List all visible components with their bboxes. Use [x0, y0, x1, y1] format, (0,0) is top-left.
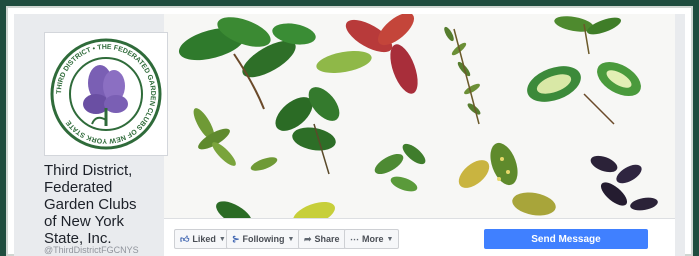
send-message-button[interactable]: Send Message [484, 229, 648, 249]
leaf-cluster-variegated [527, 61, 641, 125]
leaf-cluster-topright [554, 16, 622, 55]
page-name-line: Garden Clubs [44, 196, 137, 213]
facebook-page-header: THIRD DISTRICT • THE FEDERATED GARDEN CL… [14, 14, 685, 256]
page-name-line: of New York [44, 213, 125, 230]
leaves-illustration [178, 14, 658, 218]
share-button[interactable]: ➦ Share [298, 229, 346, 249]
page-name-line: Third District, [44, 162, 133, 179]
following-button[interactable]: ⊱ Following ▼ [226, 229, 301, 249]
rss-icon: ⊱ [232, 233, 240, 244]
leaf-cluster-speckled [458, 142, 556, 216]
page-action-bar: 👍︎ Liked ▼ ⊱ Following ▼ ➦ Share ⋯ More … [164, 218, 675, 256]
leaf-cluster-bottom [216, 201, 335, 218]
leaf-cluster-red [316, 14, 418, 94]
more-label: More [362, 234, 384, 244]
liked-label: Liked [192, 234, 216, 244]
ellipsis-icon: ⋯ [350, 233, 359, 244]
chevron-down-icon: ▼ [218, 235, 226, 243]
page-name[interactable]: Third District, Federated Garden Clubs o… [44, 162, 174, 247]
share-arrow-icon: ➦ [304, 233, 312, 244]
cover-photo[interactable] [164, 14, 675, 218]
leaf-cluster-green [178, 17, 316, 110]
page-name-line: Federated [44, 179, 113, 196]
leaf-cluster-sprig [444, 26, 481, 125]
profile-picture[interactable]: THIRD DISTRICT • THE FEDERATED GARDEN CL… [44, 32, 168, 156]
chevron-down-icon: ▼ [386, 235, 394, 243]
share-label: Share [314, 234, 340, 244]
leaf-cluster-feathery [193, 108, 278, 171]
thumbs-up-icon: 👍︎ [180, 233, 190, 244]
liked-button[interactable]: 👍︎ Liked ▼ [174, 229, 232, 249]
leaf-cluster-purple [590, 155, 658, 211]
following-label: Following [242, 234, 285, 244]
leaf-cluster-glossy [275, 87, 340, 175]
leaf-cluster-center [374, 143, 426, 192]
chevron-down-icon: ▼ [287, 235, 295, 243]
more-button[interactable]: ⋯ More ▼ [344, 229, 400, 249]
club-logo: THIRD DISTRICT • THE FEDERATED GARDEN CL… [50, 38, 162, 150]
page-handle[interactable]: @ThirdDistrictFGCNYS [44, 245, 139, 255]
